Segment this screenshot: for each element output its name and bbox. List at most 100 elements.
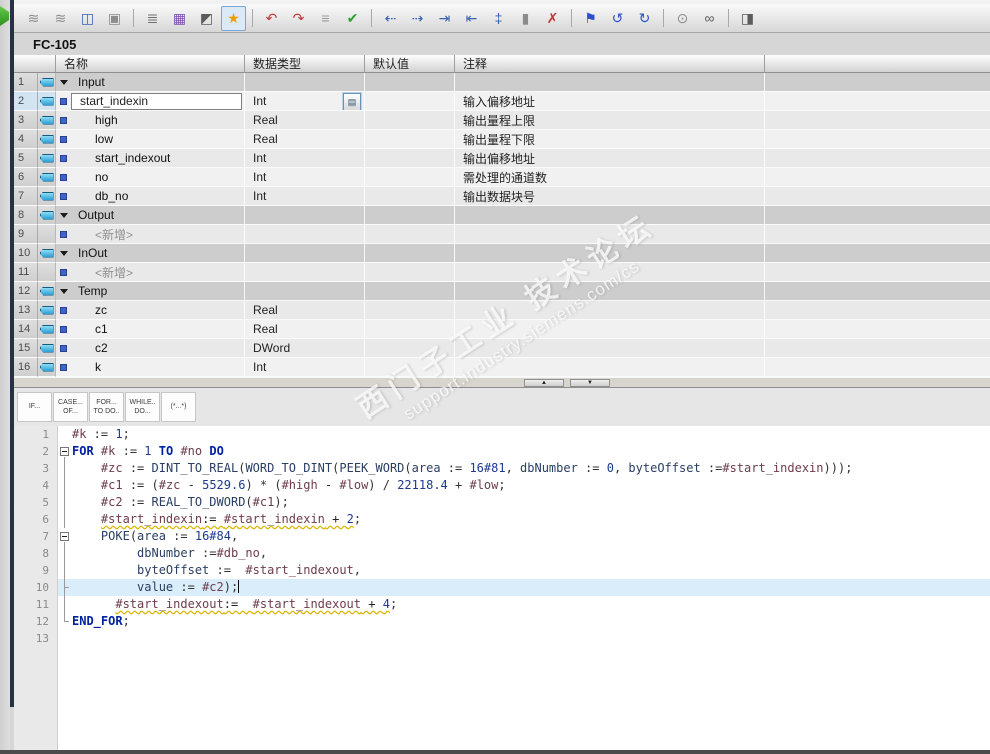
data-type-browse-button[interactable]: ▤ (343, 93, 361, 110)
name-cell[interactable]: InOut (56, 244, 245, 263)
code-line[interactable]: 9 byteOffset := #start_indexout, (14, 562, 990, 579)
fold-margin[interactable] (58, 596, 72, 613)
name-cell[interactable]: Temp (56, 282, 245, 301)
fold-margin[interactable] (58, 460, 72, 477)
data-type-cell[interactable] (245, 225, 365, 244)
data-type-cell[interactable]: DWord (245, 339, 365, 358)
comment-cell[interactable]: 输入偏移地址 (455, 92, 765, 111)
code-line[interactable]: 12 END_FOR; (14, 613, 990, 630)
snippet-case-button[interactable]: CASE... OF... (53, 392, 88, 422)
name-cell[interactable]: db_no (56, 187, 245, 206)
network-list-icon[interactable]: ≣ (140, 6, 165, 31)
data-type-cell[interactable]: Int (245, 358, 365, 377)
fold-margin[interactable] (58, 613, 72, 630)
code-text[interactable]: FOR #k := 1 TO #no DO (72, 443, 990, 460)
fold-collapse-icon[interactable] (60, 532, 69, 541)
fold-margin[interactable] (58, 579, 72, 596)
data-type-cell[interactable]: Real (245, 130, 365, 149)
table-row[interactable]: 2 start_indexin Int ▤ 输入偏移地址 (14, 92, 990, 111)
table-row[interactable]: 10 InOut (14, 244, 990, 263)
table-row[interactable]: 1 Input (14, 73, 990, 92)
comment-cell[interactable] (455, 339, 765, 358)
table-row[interactable]: 7 db_no Int 输出数据块号 (14, 187, 990, 206)
default-value-cell[interactable] (365, 339, 455, 358)
insert-empty-box-icon[interactable]: ≋ (48, 6, 73, 31)
consistency-check-icon[interactable]: ✔ (340, 6, 365, 31)
snippet-comment-button[interactable]: (*...*) (161, 392, 196, 422)
comment-cell[interactable] (455, 244, 765, 263)
name-cell[interactable]: k (56, 358, 245, 377)
fold-margin[interactable] (58, 528, 72, 545)
data-type-cell[interactable]: Real (245, 301, 365, 320)
code-line[interactable]: 3 #zc := DINT_TO_REAL(WORD_TO_DINT(PEEK_… (14, 460, 990, 477)
default-value-cell[interactable] (365, 187, 455, 206)
db-block-icon[interactable]: ▦ (167, 6, 192, 31)
code-text[interactable]: #c2 := REAL_TO_DWORD(#c1); (72, 494, 990, 511)
code-line[interactable]: 11 #start_indexout:= #start_indexout + 4… (14, 596, 990, 613)
fold-margin[interactable] (58, 494, 72, 511)
bookmark-icon[interactable]: ⚑ (578, 6, 603, 31)
comment-cell[interactable]: 输出数据块号 (455, 187, 765, 206)
code-text[interactable]: #start_indexout:= #start_indexout + 4; (72, 596, 990, 613)
fold-margin[interactable] (58, 426, 72, 443)
table-row[interactable]: 5 start_indexout Int 输出偏移地址 (14, 149, 990, 168)
data-type-cell[interactable]: Real (245, 111, 365, 130)
collapse-triangle-icon[interactable] (60, 79, 68, 85)
format-lines-icon[interactable]: ≡ (313, 6, 338, 31)
code-line[interactable]: 1 #k := 1; (14, 426, 990, 443)
code-line[interactable]: 4 #c1 := (#zc - 5529.6) * (#high - #low)… (14, 477, 990, 494)
comment-cell[interactable] (455, 301, 765, 320)
comment-cell[interactable] (455, 358, 765, 377)
fold-margin[interactable] (58, 443, 72, 460)
table-row[interactable]: 16 k Int (14, 358, 990, 377)
table-row[interactable]: 15 c2 DWord (14, 339, 990, 358)
absolute-operands-icon[interactable]: ◩ (194, 6, 219, 31)
data-type-cell[interactable]: Int ▤ (245, 92, 365, 111)
code-text[interactable]: END_FOR; (72, 613, 990, 630)
scl-code-editor[interactable]: 1 #k := 1; 2 FOR #k := 1 TO #no DO 3 #zc := … (14, 426, 990, 750)
data-type-cell[interactable] (245, 282, 365, 301)
default-value-cell[interactable] (365, 149, 455, 168)
comment-cell[interactable]: 输出偏移地址 (455, 149, 765, 168)
default-value-cell[interactable] (365, 92, 455, 111)
splitter-up-button[interactable]: ▲ (524, 379, 564, 387)
switch-view-icon[interactable]: ◨ (735, 6, 760, 31)
name-cell[interactable]: <新增> (56, 225, 245, 244)
default-value-cell[interactable] (365, 206, 455, 225)
insert-network-icon[interactable]: ≋ (21, 6, 46, 31)
default-value-cell[interactable] (365, 168, 455, 187)
collapse-folds-icon[interactable]: ⇠ (378, 6, 403, 31)
snippet-while-button[interactable]: WHILE.. DO... (125, 392, 160, 422)
fold-margin[interactable] (58, 630, 72, 647)
default-value-cell[interactable] (365, 225, 455, 244)
monitor-glasses-icon[interactable]: ∞ (697, 6, 722, 31)
default-value-cell[interactable] (365, 358, 455, 377)
fold-margin[interactable] (58, 477, 72, 494)
table-row[interactable]: 9 <新增> (14, 225, 990, 244)
name-cell[interactable]: <新增> (56, 263, 245, 282)
name-cell[interactable]: c1 (56, 320, 245, 339)
name-cell[interactable]: start_indexin (56, 92, 245, 111)
data-type-cell[interactable]: Real (245, 320, 365, 339)
name-cell[interactable]: no (56, 168, 245, 187)
name-edit-field[interactable]: start_indexin (71, 92, 242, 110)
default-value-cell[interactable] (365, 73, 455, 92)
fold-margin[interactable] (58, 545, 72, 562)
code-line[interactable]: 13 (14, 630, 990, 647)
comment-cell[interactable]: 需处理的通道数 (455, 168, 765, 187)
code-text[interactable] (72, 630, 990, 647)
previous-position-icon[interactable]: ↺ (605, 6, 630, 31)
default-value-cell[interactable] (365, 320, 455, 339)
table-row[interactable]: 13 zc Real (14, 301, 990, 320)
splitter-down-button[interactable]: ▼ (570, 379, 610, 387)
code-text[interactable]: value := #c2); (72, 579, 990, 596)
name-cell[interactable]: Input (56, 73, 245, 92)
next-position-icon[interactable]: ↻ (632, 6, 657, 31)
header-data-type[interactable]: 数据类型 (245, 55, 365, 73)
header-default-value[interactable]: 默认值 (365, 55, 455, 73)
paste-block-icon[interactable]: ▣ (102, 6, 127, 31)
indent-icon[interactable]: ⇥ (432, 6, 457, 31)
code-line[interactable]: 10 value := #c2); (14, 579, 990, 596)
code-text[interactable]: dbNumber :=#db_no, (72, 545, 990, 562)
comment-cell[interactable] (455, 73, 765, 92)
